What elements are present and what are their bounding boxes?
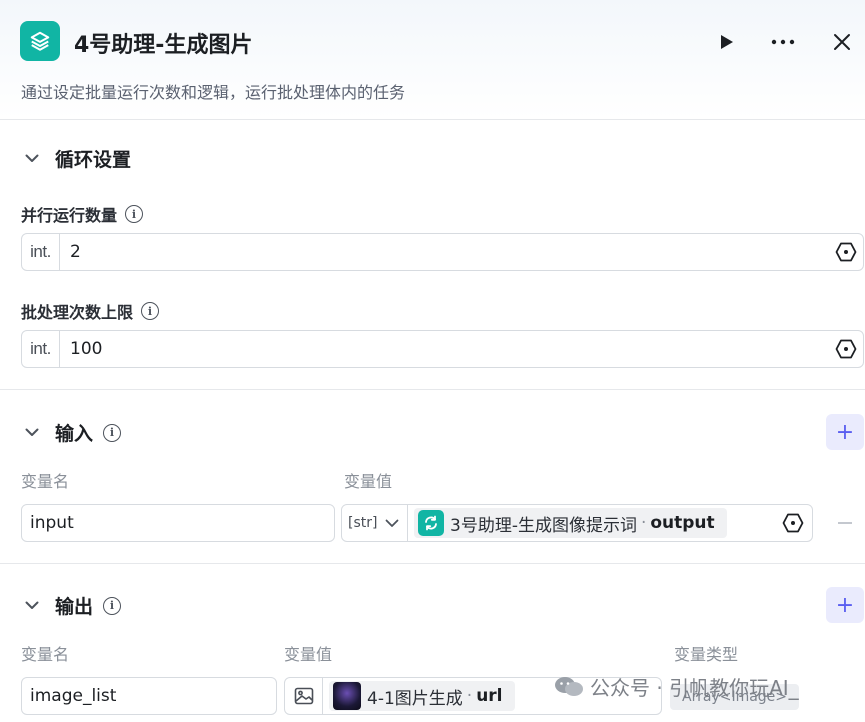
play-icon[interactable]	[711, 27, 741, 57]
info-icon[interactable]: i	[141, 302, 160, 320]
add-input-button[interactable]: +	[826, 414, 864, 450]
chevron-down-icon[interactable]	[21, 148, 43, 170]
input-name-field[interactable]: input	[21, 504, 335, 542]
chevron-down-icon[interactable]	[21, 422, 43, 444]
info-icon[interactable]: i	[125, 205, 144, 223]
max-batch-label-text: 批处理次数上限	[21, 303, 134, 322]
wechat-icon	[554, 676, 584, 698]
type-tag: int.	[22, 234, 60, 270]
reference-separator: ·	[466, 686, 473, 706]
loop-icon	[418, 510, 444, 536]
node-header: 4号助理-生成图片 通过设定批量运行次数和逻辑，运行批处理体内的任务	[0, 0, 865, 120]
variable-ref-icon[interactable]	[835, 338, 857, 360]
loop-settings-header[interactable]: 循环设置	[21, 145, 131, 172]
reference-variable: url	[476, 686, 503, 706]
output-section-header[interactable]: 输出 i	[21, 592, 122, 619]
chevron-down-icon[interactable]	[21, 595, 43, 617]
max-batch-value[interactable]: 100	[60, 339, 835, 359]
watermark-text: 公众号 · 引帆教你玩AI_	[590, 676, 799, 700]
info-icon[interactable]: i	[103, 423, 122, 442]
parallel-count-value[interactable]: 2	[60, 242, 835, 262]
chevron-down-icon	[385, 519, 399, 528]
max-batch-label: 批处理次数上限 i	[21, 299, 160, 323]
watermark: 公众号 · 引帆教你玩AI_	[554, 672, 799, 701]
more-icon[interactable]	[768, 27, 798, 57]
reference-node-name: 3号助理-生成图像提示词	[450, 515, 637, 536]
output-col-type: 变量类型	[674, 645, 739, 664]
divider	[0, 563, 865, 564]
type-select-value: [str]	[348, 515, 378, 531]
reference-chip[interactable]: 4-1图片生成 · url	[329, 681, 515, 711]
input-col-name: 变量名	[21, 472, 70, 491]
reference-chip[interactable]: 3号助理-生成图像提示词 · output	[414, 508, 727, 538]
reference-variable: output	[650, 513, 715, 533]
parallel-count-field[interactable]: int. 2	[21, 233, 864, 271]
output-col-value: 变量值	[284, 645, 333, 664]
layers-icon	[20, 21, 60, 61]
variable-ref-icon[interactable]	[782, 512, 804, 534]
parallel-count-label-text: 并行运行数量	[21, 206, 118, 225]
input-section-title: 输入	[55, 423, 94, 445]
max-batch-field[interactable]: int. 100	[21, 330, 864, 368]
output-col-name: 变量名	[21, 645, 70, 664]
input-col-value: 变量值	[344, 472, 393, 491]
node-description: 通过设定批量运行次数和逻辑，运行批处理体内的任务	[21, 83, 406, 102]
reference-node-name: 4-1图片生成	[367, 688, 463, 709]
type-tag: int.	[22, 331, 60, 367]
output-name-field[interactable]: image_list	[21, 677, 277, 715]
close-icon[interactable]	[827, 27, 857, 57]
parallel-count-label: 并行运行数量 i	[21, 202, 144, 226]
reference-separator: ·	[640, 513, 647, 533]
variable-ref-icon[interactable]	[835, 241, 857, 263]
input-value-field[interactable]: [str] 3号助理-生成图像提示词 · output	[341, 504, 813, 542]
type-select[interactable]: [str]	[342, 505, 408, 541]
node-title[interactable]: 4号助理-生成图片	[74, 27, 252, 59]
node-thumbnail	[333, 682, 361, 710]
output-section-title: 输出	[55, 596, 94, 618]
divider	[0, 389, 865, 390]
remove-input-button[interactable]	[838, 522, 852, 524]
image-type-icon	[285, 678, 323, 714]
add-output-button[interactable]: +	[826, 587, 864, 623]
loop-settings-title: 循环设置	[55, 149, 132, 171]
input-section-header[interactable]: 输入 i	[21, 419, 122, 446]
info-icon[interactable]: i	[103, 596, 122, 615]
